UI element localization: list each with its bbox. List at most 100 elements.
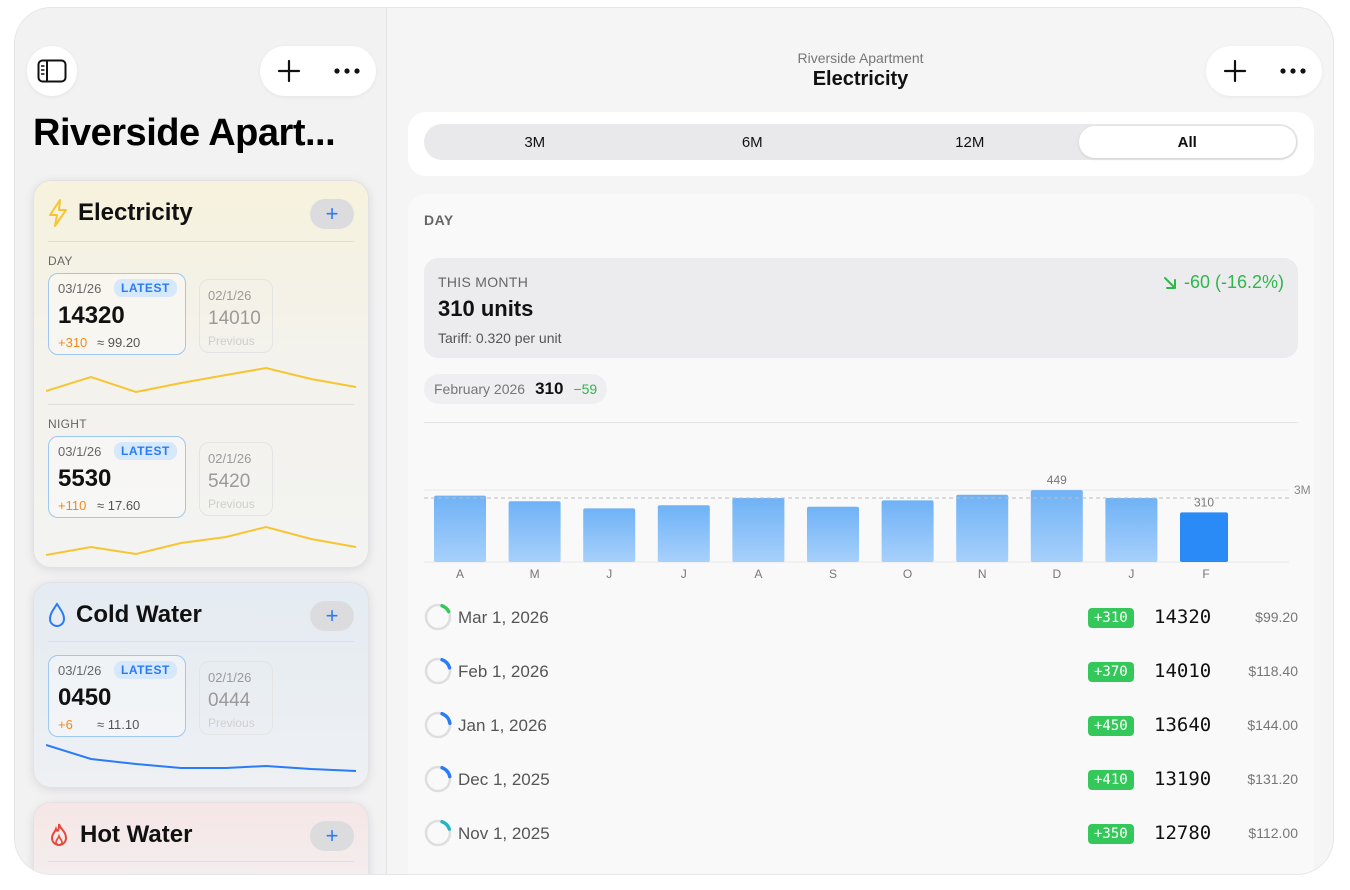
add-reading-button[interactable]: + (310, 601, 354, 631)
reading-cost: ≈ 99.20 (97, 335, 141, 350)
card-title: Electricity (78, 199, 193, 226)
selected-month-pill[interactable]: February 2026 310 −59 (424, 374, 608, 404)
add-button[interactable] (269, 51, 309, 91)
cold-water-card[interactable]: Cold Water + 03/1/26 LATEST 0450 +6 ≈ 11… (33, 582, 369, 788)
add-reading-button[interactable]: + (310, 821, 354, 851)
reading-cost: $112.00 (1248, 825, 1298, 841)
chart-bar (1180, 512, 1228, 562)
divider (48, 404, 354, 405)
main-actions (1206, 46, 1322, 96)
bolt-icon (49, 199, 67, 227)
latest-badge: LATEST (114, 279, 177, 297)
usage-bar-chart[interactable]: AMJJASOND449JF3103M a (424, 466, 1314, 586)
range-picker-container: 3M 6M 12M All (408, 112, 1314, 176)
previous-label: Previous (208, 497, 255, 511)
reading-row[interactable]: Mar 1, 2026 +310 14320 $99.20 (424, 590, 1298, 644)
sidebar-icon (37, 59, 67, 83)
more-button[interactable] (1273, 51, 1313, 91)
segment-all[interactable]: All (1078, 126, 1296, 158)
reading-date: 02/1/26 (208, 670, 252, 685)
month-summary: THIS MONTH 310 units Tariff: 0.320 per u… (424, 258, 1298, 358)
reading-delta-badge: +310 (1088, 608, 1134, 628)
chart-bar (1105, 498, 1158, 562)
card-title: Cold Water (76, 601, 202, 628)
reading-delta: +110 (58, 498, 87, 513)
previous-label: Previous (208, 334, 255, 348)
reading-date: 02/1/26 (208, 288, 252, 303)
reading-value: 0444 (208, 690, 251, 711)
previous-reading[interactable]: 02/1/26 14010 Previous (199, 279, 273, 353)
reading-delta-badge: +350 (1088, 824, 1134, 844)
progress-ring-icon (424, 657, 452, 685)
chart-top-rule (424, 422, 1298, 423)
reading-value: 14320 (58, 302, 125, 329)
chart-bar (657, 505, 710, 562)
electricity-card[interactable]: Electricity + DAY 03/1/26 LATEST 14320 +… (33, 180, 369, 568)
pill-month: February 2026 (434, 381, 526, 397)
water-drop-icon (48, 602, 66, 627)
x-tick-label: M (530, 567, 540, 581)
chart-bar (956, 494, 1009, 562)
chart-bar (1030, 490, 1083, 562)
add-button[interactable] (1215, 51, 1255, 91)
reading-date: 02/1/26 (208, 451, 252, 466)
sidebar-actions (260, 46, 376, 96)
sidebar-title: Riverside Apart... (33, 112, 336, 154)
pill-delta: −59 (573, 381, 598, 397)
reading-date: Dec 1, 2025 (458, 770, 550, 789)
progress-ring-icon (424, 711, 452, 739)
latest-reading[interactable]: 03/1/26 LATEST 5530 +110 ≈ 17.60 (48, 436, 186, 518)
readings-list: Mar 1, 2026 +310 14320 $99.20 Feb 1, 2026 +37… (424, 590, 1298, 860)
reading-date: Nov 1, 2025 (458, 824, 550, 843)
x-tick-label: J (606, 567, 612, 581)
segment-6m[interactable]: 6M (644, 126, 862, 158)
reading-cost: $99.20 (1255, 609, 1298, 625)
latest-badge: LATEST (114, 442, 177, 460)
divider (48, 641, 354, 642)
reading-delta-badge: +450 (1088, 716, 1134, 736)
progress-ring-icon (424, 819, 452, 847)
latest-reading[interactable]: 03/1/26 LATEST 14320 +310 ≈ 99.20 (48, 273, 186, 355)
reading-value: 5530 (58, 465, 112, 492)
x-tick-label: A (456, 567, 464, 581)
reading-cost: $131.20 (1247, 771, 1298, 787)
day-sparkline (46, 366, 357, 394)
reading-value: 14320 (1154, 606, 1212, 628)
card-header: Cold Water (48, 601, 202, 629)
main-content: Riverside Apartment Electricity 3M 6M 12… (388, 8, 1333, 874)
night-sparkline (46, 525, 357, 556)
reading-date: Feb 1, 2026 (458, 662, 549, 681)
reading-delta-badge: +370 (1088, 662, 1134, 682)
reading-cost: ≈ 11.10 (97, 717, 140, 732)
reading-row[interactable]: Nov 1, 2025 +350 12780 $112.00 (424, 806, 1298, 860)
sidebar-toggle-button[interactable] (27, 46, 77, 96)
x-tick-label: J (1128, 567, 1134, 581)
progress-ring-icon (424, 765, 452, 793)
segment-12m[interactable]: 12M (861, 126, 1079, 158)
chart-bar (807, 506, 859, 562)
previous-reading[interactable]: 02/1/26 0444 Previous (199, 661, 273, 735)
add-reading-button[interactable]: + (310, 199, 354, 229)
sidebar: Riverside Apart... Electricity + DAY 03/… (15, 8, 387, 874)
reading-value: 13640 (1154, 714, 1212, 736)
reading-cost: $118.40 (1248, 663, 1298, 679)
card-title: Hot Water (80, 821, 193, 848)
nav-title: Electricity (812, 68, 909, 90)
latest-badge: LATEST (114, 661, 177, 679)
summary-label: THIS MONTH (438, 274, 529, 290)
previous-reading[interactable]: 02/1/26 5420 Previous (199, 442, 273, 516)
progress-ring-icon (424, 603, 452, 631)
chart-bar (583, 508, 636, 562)
plus-icon (1223, 59, 1247, 83)
reading-row[interactable]: Jan 1, 2026 +450 13640 $144.00 (424, 698, 1298, 752)
segment-3m[interactable]: 3M (426, 126, 644, 158)
reading-row[interactable]: Feb 1, 2026 +370 14010 $118.40 (424, 644, 1298, 698)
change-text: -60 (-16.2%) (1183, 272, 1284, 292)
reference-line-label: 3M a (1294, 483, 1314, 497)
section-label: DAY (424, 212, 454, 228)
hot-water-card[interactable]: Hot Water + (33, 802, 369, 874)
reading-value: 12780 (1154, 822, 1212, 844)
reading-row[interactable]: Dec 1, 2025 +410 13190 $131.20 (424, 752, 1298, 806)
more-button[interactable] (327, 51, 367, 91)
latest-reading[interactable]: 03/1/26 LATEST 0450 +6 ≈ 11.10 (48, 655, 186, 737)
